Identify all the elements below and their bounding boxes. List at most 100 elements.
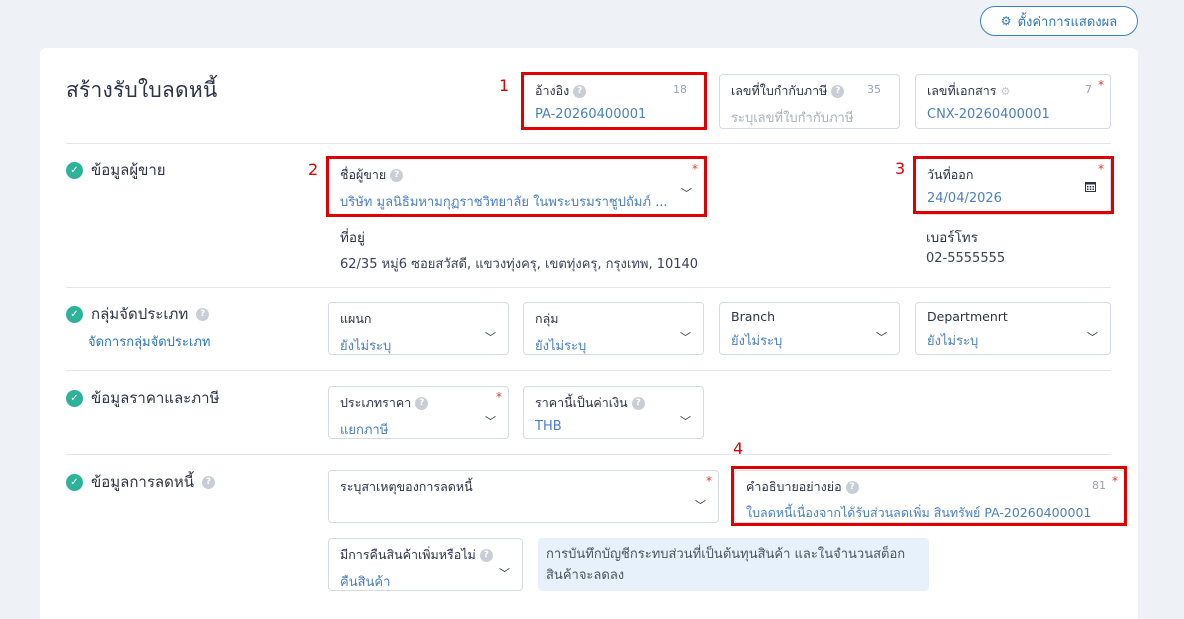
check-icon: ✓ bbox=[66, 389, 83, 407]
credit-note-section-title: ✓ ข้อมูลการลดหนี้ ? bbox=[66, 470, 215, 494]
seller-name-label: ชื่อผู้ขาย bbox=[340, 167, 387, 182]
department-select[interactable]: แผนก ยังไม่ระบุ ﹀ bbox=[328, 302, 509, 355]
branch-select[interactable]: Branch ยังไม่ระบุ ﹀ bbox=[719, 302, 900, 355]
currency-value: THB bbox=[535, 419, 562, 434]
seller-name-select[interactable]: ชื่อผู้ขาย? บริษัท มูลนิธิมหามกุฏราชวิทย… bbox=[328, 158, 705, 215]
address-value: 62/35 หมู่6 ซอยสวัสดี, แขวงทุ่งครุ, เขตท… bbox=[340, 257, 699, 272]
divider bbox=[66, 287, 1111, 288]
pricing-section-label: ข้อมูลราคาและภาษี bbox=[91, 389, 220, 407]
gear-icon[interactable]: ⚙ bbox=[1000, 85, 1010, 98]
help-icon: ? bbox=[479, 548, 493, 562]
tax-invoice-label: เลขที่ใบกำกับภาษี bbox=[731, 83, 828, 98]
marker-1: 1 bbox=[499, 76, 510, 95]
gear-icon: ⚙ bbox=[1000, 14, 1012, 28]
departmenrt-label: Departmenrt bbox=[927, 309, 1008, 324]
divider bbox=[66, 143, 1111, 144]
marker-4: 4 bbox=[733, 439, 744, 458]
help-icon: ? bbox=[390, 168, 404, 182]
help-icon: ? bbox=[201, 475, 215, 489]
divider bbox=[66, 454, 1111, 455]
required-mark: * bbox=[692, 162, 698, 176]
seller-section-label: ข้อมูลผู้ขาย bbox=[91, 161, 166, 179]
short-description-value: ใบลดหนี้เนื่องจากได้รับส่วนลดเพิ่ม สินทร… bbox=[746, 505, 1092, 520]
issue-date-value: 24/04/2026 bbox=[927, 191, 1002, 206]
tax-invoice-placeholder: ระบุเลขที่ใบกำกับภาษี bbox=[731, 111, 854, 126]
chevron-down-icon: ﹀ bbox=[695, 499, 706, 512]
check-icon: ✓ bbox=[66, 305, 83, 323]
required-mark: * bbox=[496, 390, 502, 404]
currency-select[interactable]: ราคานี้เป็นค่าเงิน? THB ﹀ bbox=[523, 386, 704, 439]
help-icon: ? bbox=[196, 307, 210, 321]
help-icon: ? bbox=[631, 396, 645, 410]
group-select[interactable]: กลุ่ม ยังไม่ระบุ ﹀ bbox=[523, 302, 704, 355]
required-mark: * bbox=[1098, 78, 1104, 92]
seller-section-title: ✓ ข้อมูลผู้ขาย bbox=[66, 158, 166, 182]
marker-2: 2 bbox=[308, 160, 319, 179]
help-icon: ? bbox=[415, 396, 429, 410]
accounting-note: การบันทึกบัญชีกระทบส่วนที่เป็นต้นทุนสินค… bbox=[538, 538, 929, 591]
doc-number-field[interactable]: เลขที่เอกสาร ⚙ CNX-20260400001 7 * bbox=[915, 74, 1111, 129]
display-settings-button[interactable]: ⚙ ตั้งค่าการแสดงผล bbox=[980, 6, 1138, 36]
divider bbox=[66, 370, 1111, 371]
doc-number-char-count: 7 bbox=[1085, 83, 1092, 96]
check-icon: ✓ bbox=[66, 161, 83, 179]
calendar-icon[interactable] bbox=[1085, 181, 1096, 192]
address-label: ที่อยู่ bbox=[340, 230, 365, 246]
required-mark: * bbox=[1098, 162, 1104, 176]
check-icon: ✓ bbox=[66, 473, 83, 491]
department-value: ยังไม่ระบุ bbox=[340, 339, 392, 354]
price-type-select[interactable]: ประเภทราคา? แยกภาษี * ﹀ bbox=[328, 386, 509, 439]
credit-note-section-label: ข้อมูลการลดหนี้ bbox=[91, 473, 194, 491]
reference-char-count: 18 bbox=[673, 83, 687, 96]
tax-invoice-field[interactable]: เลขที่ใบกำกับภาษี? ระบุเลขที่ใบกำกับภาษี… bbox=[719, 74, 900, 129]
issue-date-label: วันที่ออก bbox=[927, 167, 974, 182]
price-type-value: แยกภาษี bbox=[340, 423, 389, 438]
reference-value: PA-20260400001 bbox=[535, 107, 647, 122]
chevron-down-icon: ﹀ bbox=[485, 415, 496, 428]
reason-select[interactable]: ระบุสาเหตุของการลดหนี้ * ﹀ bbox=[328, 470, 719, 523]
phone-label: เบอร์โทร bbox=[926, 230, 978, 246]
chevron-down-icon: ﹀ bbox=[1087, 331, 1098, 344]
tax-invoice-char-count: 35 bbox=[867, 83, 881, 96]
chevron-down-icon: ﹀ bbox=[485, 331, 496, 344]
return-goods-label: มีการคืนสินค้าเพิ่มหรือไม่ bbox=[340, 547, 476, 562]
pricing-section-title: ✓ ข้อมูลราคาและภาษี bbox=[66, 386, 219, 410]
marker-3: 3 bbox=[895, 159, 906, 178]
return-goods-value: คืนสินค้า bbox=[340, 575, 391, 590]
phone-value: 02-5555555 bbox=[926, 251, 1006, 266]
required-mark: * bbox=[1112, 474, 1118, 488]
branch-value: ยังไม่ระบุ bbox=[731, 334, 783, 349]
departmenrt-select[interactable]: Departmenrt ยังไม่ระบุ ﹀ bbox=[915, 302, 1111, 355]
display-settings-label: ตั้งค่าการแสดงผล bbox=[1017, 14, 1118, 30]
help-icon: ? bbox=[845, 480, 859, 494]
short-description-label: คำอธิบายอย่างย่อ bbox=[746, 479, 842, 494]
seller-name-value: บริษัท มูลนิธิมหามกุฏราชวิทยาลัย ในพระบร… bbox=[340, 195, 668, 210]
category-section-title: ✓ กลุ่มจัดประเภท ? bbox=[66, 302, 210, 326]
chevron-down-icon: ﹀ bbox=[680, 415, 691, 428]
return-goods-select[interactable]: มีการคืนสินค้าเพิ่มหรือไม่? คืนสินค้า ﹀ bbox=[328, 538, 523, 591]
chevron-down-icon: ﹀ bbox=[876, 331, 887, 344]
departmenrt-value: ยังไม่ระบุ bbox=[927, 334, 979, 349]
chevron-down-icon: ﹀ bbox=[680, 331, 691, 344]
chevron-down-icon: ﹀ bbox=[499, 567, 510, 580]
reference-field[interactable]: อ้างอิง? PA-20260400001 18 bbox=[523, 74, 706, 129]
help-icon: ? bbox=[573, 84, 587, 98]
price-type-label: ประเภทราคา bbox=[340, 395, 412, 410]
required-mark: * bbox=[706, 474, 712, 488]
branch-label: Branch bbox=[731, 309, 776, 324]
department-label: แผนก bbox=[340, 311, 372, 326]
help-icon: ? bbox=[831, 84, 845, 98]
doc-number-label: เลขที่เอกสาร bbox=[927, 83, 997, 98]
short-description-field[interactable]: คำอธิบายอย่างย่อ? ใบลดหนี้เนื่องจากได้รั… bbox=[734, 470, 1125, 523]
group-value: ยังไม่ระบุ bbox=[535, 339, 587, 354]
currency-label: ราคานี้เป็นค่าเงิน bbox=[535, 395, 628, 410]
reason-label: ระบุสาเหตุของการลดหนี้ bbox=[340, 479, 473, 494]
group-label: กลุ่ม bbox=[535, 311, 559, 326]
category-section-label: กลุ่มจัดประเภท bbox=[91, 305, 189, 323]
short-description-char-count: 81 bbox=[1092, 479, 1106, 492]
manage-category-link[interactable]: จัดการกลุ่มจัดประเภท bbox=[88, 331, 210, 352]
page-title: สร้างรับใบลดหนี้ bbox=[66, 78, 218, 102]
chevron-down-icon: ﹀ bbox=[681, 187, 692, 200]
issue-date-field[interactable]: วันที่ออก 24/04/2026 * bbox=[915, 158, 1111, 215]
reference-label: อ้างอิง bbox=[535, 83, 570, 98]
